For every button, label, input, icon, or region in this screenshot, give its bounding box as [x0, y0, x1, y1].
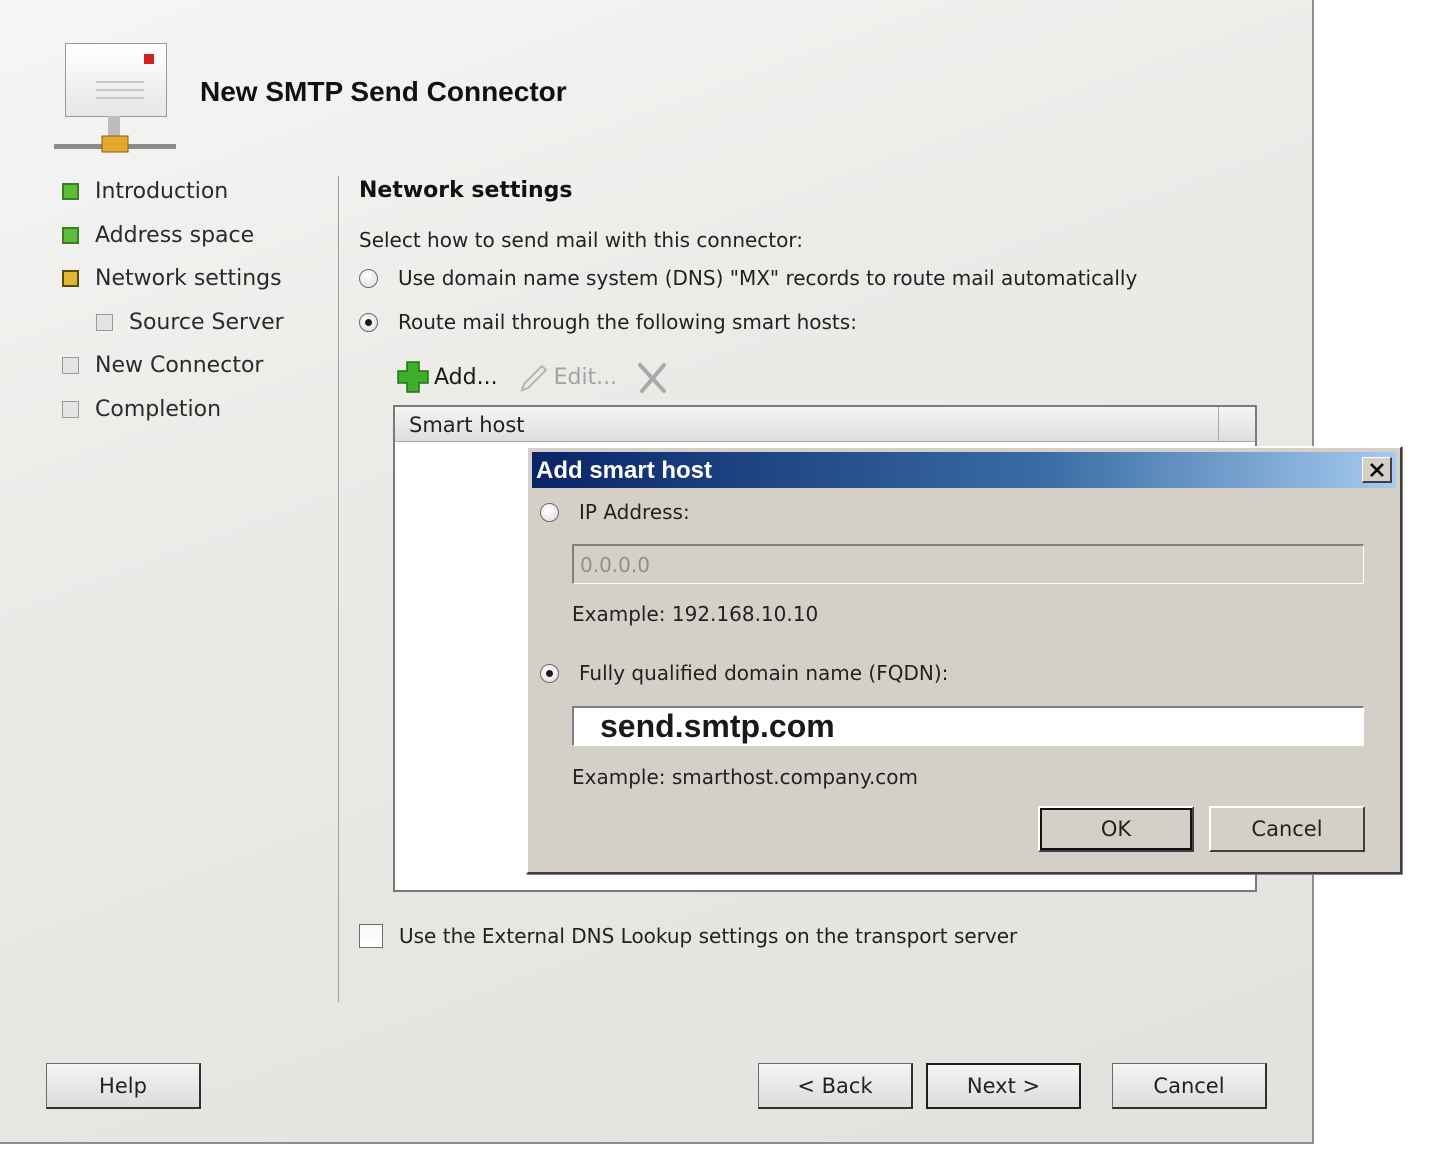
step-label: Completion [95, 397, 222, 422]
external-dns-option[interactable]: Use the External DNS Lookup settings on … [359, 924, 1017, 948]
step-address-space: Address space [62, 223, 254, 248]
ip-address-option[interactable]: IP Address: [540, 500, 690, 524]
step-label: New Connector [95, 353, 264, 378]
instruction-text: Select how to send mail with this connec… [359, 228, 803, 252]
fqdn-option[interactable]: Fully qualified domain name (FQDN): [540, 661, 948, 685]
fqdn-label: Fully qualified domain name (FQDN): [579, 661, 949, 685]
step-label: Address space [95, 223, 255, 248]
ip-address-label: IP Address: [579, 500, 690, 524]
dns-mx-option[interactable]: Use domain name system (DNS) "MX" record… [359, 266, 1137, 290]
connector-icon [54, 43, 176, 153]
external-dns-label: Use the External DNS Lookup settings on … [399, 924, 1018, 948]
dialog-title: Add smart host [536, 457, 713, 484]
radio-selected-dot [365, 318, 372, 326]
step-label: Source Server [129, 310, 284, 335]
step-current-icon [62, 270, 79, 287]
smart-host-toolbar: Add... Edit... [396, 360, 691, 394]
ip-address-input[interactable] [572, 544, 1364, 584]
step-pending-icon [96, 314, 113, 331]
step-introduction: Introduction [62, 179, 228, 204]
step-source-server: Source Server [96, 310, 284, 335]
step-complete-icon [62, 183, 79, 200]
step-pending-icon [62, 357, 79, 374]
fqdn-radio[interactable] [540, 663, 559, 683]
back-button[interactable]: < Back [758, 1063, 913, 1109]
remove-button[interactable] [635, 360, 673, 394]
fqdn-input[interactable] [572, 706, 1364, 746]
dialog-titlebar[interactable]: Add smart host [532, 452, 1396, 488]
radio-selected-dot [546, 669, 553, 677]
ip-address-radio[interactable] [540, 502, 559, 522]
step-completion: Completion [62, 397, 221, 422]
add-smart-host-dialog: Add smart host IP Address: Example: 192.… [526, 446, 1402, 874]
smart-host-option[interactable]: Route mail through the following smart h… [359, 310, 857, 334]
nav-divider [338, 176, 339, 1002]
cancel-button[interactable]: Cancel [1112, 1063, 1267, 1109]
step-pending-icon [62, 401, 79, 418]
ip-example-text: Example: 192.168.10.10 [572, 602, 819, 626]
edit-button[interactable]: Edit... [516, 360, 618, 394]
close-icon [1369, 462, 1384, 477]
external-dns-checkbox[interactable] [359, 924, 383, 948]
add-button[interactable]: Add... [396, 360, 498, 394]
page-title: New SMTP Send Connector [200, 76, 567, 107]
fqdn-example-text: Example: smarthost.company.com [572, 765, 919, 789]
dns-mx-label: Use domain name system (DNS) "MX" record… [398, 266, 1138, 290]
step-new-connector: New Connector [62, 353, 263, 378]
step-network-settings: Network settings [62, 266, 282, 291]
step-complete-icon [62, 227, 79, 244]
delete-icon [638, 363, 667, 393]
add-label: Add... [434, 364, 498, 390]
step-label: Introduction [95, 179, 229, 204]
help-button[interactable]: Help [46, 1063, 201, 1109]
dialog-close-button[interactable] [1362, 457, 1392, 483]
dialog-cancel-button[interactable]: Cancel [1209, 806, 1365, 852]
column-label: Smart host [409, 413, 525, 437]
edit-icon [519, 364, 547, 392]
dialog-ok-button[interactable]: OK [1038, 806, 1194, 852]
smart-host-column-header[interactable]: Smart host [395, 407, 1219, 441]
dns-mx-radio[interactable] [359, 268, 378, 288]
edit-label: Edit... [553, 364, 618, 390]
step-label: Network settings [95, 266, 282, 291]
next-button[interactable]: Next > [926, 1063, 1081, 1109]
list-header: Smart host [395, 407, 1255, 442]
smart-host-radio[interactable] [359, 312, 378, 332]
section-title: Network settings [359, 178, 573, 203]
smart-host-label: Route mail through the following smart h… [398, 310, 857, 334]
add-icon [397, 361, 429, 393]
